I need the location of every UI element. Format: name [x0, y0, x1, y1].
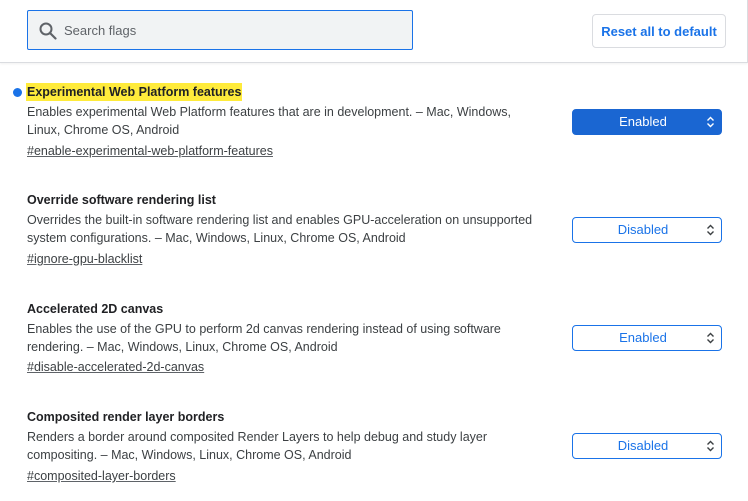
flag-state-select[interactable]: Disabled — [572, 217, 722, 243]
search-box[interactable] — [27, 10, 413, 50]
chevron-updown-icon — [707, 116, 714, 128]
flag-description: Overrides the built-in software renderin… — [27, 211, 557, 247]
flag-anchor-link[interactable]: #composited-layer-borders — [27, 467, 176, 485]
modified-dot-icon — [13, 88, 22, 97]
flag-description: Renders a border around composited Rende… — [27, 428, 557, 464]
flag-description-line: Linux, Chrome OS, Android — [27, 123, 180, 137]
flag-title: Override software rendering list — [27, 193, 216, 207]
chevron-updown-icon — [707, 440, 714, 452]
flag-title: Experimental Web Platform features — [26, 83, 243, 101]
flag-description-line: Renders a border around composited Rende… — [27, 430, 488, 444]
flag-description-line: system configurations. – Mac, Windows, L… — [27, 231, 406, 245]
flag-anchor-link[interactable]: #ignore-gpu-blacklist — [27, 250, 142, 268]
flag-description-line: Enables experimental Web Platform featur… — [27, 105, 512, 119]
flag-anchor-link[interactable]: #enable-experimental-web-platform-featur… — [27, 142, 273, 160]
reset-all-button[interactable]: Reset all to default — [592, 14, 726, 48]
search-icon — [39, 22, 57, 40]
flag-state-select[interactable]: Enabled — [572, 109, 722, 135]
select-value: Disabled — [617, 438, 669, 453]
chevron-updown-icon — [707, 224, 714, 236]
search-input[interactable] — [64, 11, 404, 49]
flag-description-line: rendering. – Mac, Windows, Linux, Chrome… — [27, 340, 338, 354]
chevron-updown-icon — [707, 332, 714, 344]
flag-description: Enables experimental Web Platform featur… — [27, 103, 557, 139]
flag-title: Accelerated 2D canvas — [27, 302, 164, 316]
flag-state-select[interactable]: Disabled — [572, 433, 722, 459]
flag-title: Composited render layer borders — [27, 410, 225, 424]
select-value: Enabled — [619, 114, 667, 129]
flags-header: Reset all to default — [0, 0, 748, 63]
select-value: Enabled — [619, 330, 667, 345]
flag-description-line: Enables the use of the GPU to perform 2d… — [27, 322, 501, 336]
flag-description-line: Overrides the built-in software renderin… — [27, 213, 533, 227]
select-value: Disabled — [617, 222, 669, 237]
flag-state-select[interactable]: Enabled — [572, 325, 722, 351]
flag-description: Enables the use of the GPU to perform 2d… — [27, 320, 557, 356]
flag-description-line: compositing. – Mac, Windows, Linux, Chro… — [27, 448, 352, 462]
flag-anchor-link[interactable]: #disable-accelerated-2d-canvas — [27, 358, 204, 376]
flags-page: Reset all to default Experimental Web Pl… — [0, 0, 748, 501]
